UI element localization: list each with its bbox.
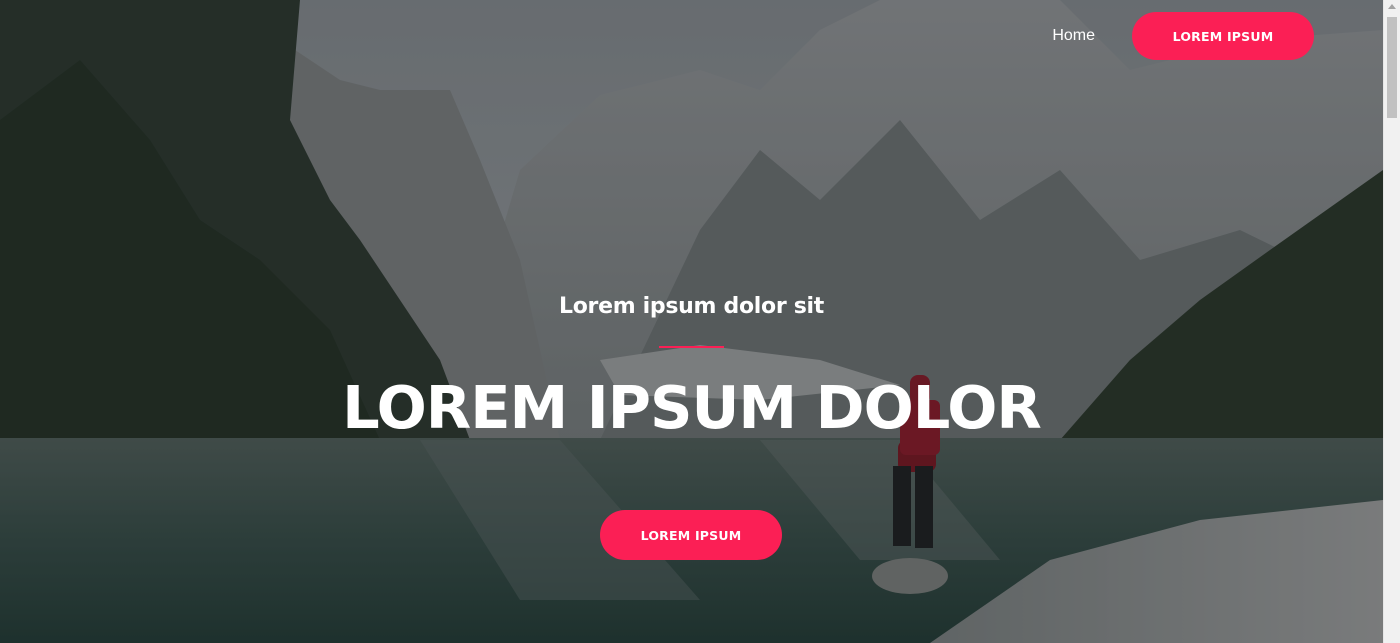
scrollbar-thumb[interactable] [1387,17,1397,118]
hero-headline: LOREM IPSUM DOLOR [342,373,1042,442]
hero-divider [659,346,724,348]
vertical-scrollbar[interactable] [1383,0,1400,643]
scroll-up-arrow-icon[interactable] [1388,4,1396,9]
hero-section: Home LOREM IPSUM Lorem ipsum dolor sit L… [0,0,1383,643]
hero-cta-container: LOREM IPSUM [600,510,782,560]
hero-cta-button[interactable]: LOREM IPSUM [600,510,782,560]
hero-content: Lorem ipsum dolor sit LOREM IPSUM DOLOR … [0,0,1383,643]
hero-subtitle: Lorem ipsum dolor sit [559,294,824,319]
browser-viewport: Home LOREM IPSUM Lorem ipsum dolor sit L… [0,0,1400,643]
